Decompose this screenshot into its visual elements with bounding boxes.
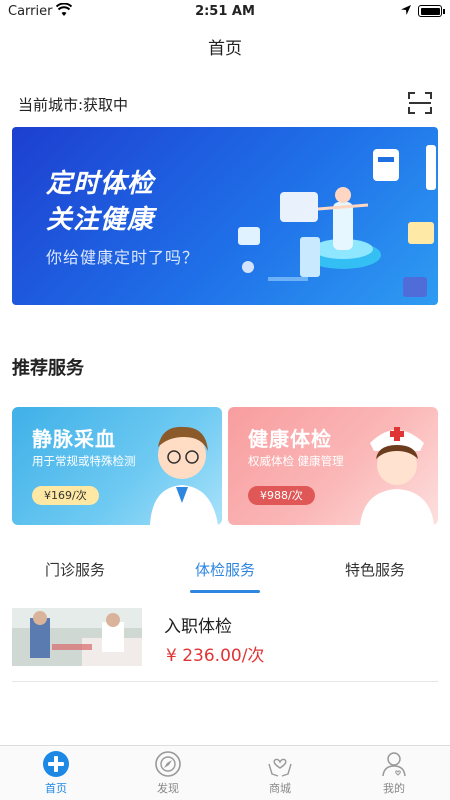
status-time: 2:51 AM xyxy=(195,4,255,19)
status-bar: Carrier 2:51 AM xyxy=(0,0,450,24)
banner-headline-1: 定时体检 xyxy=(46,169,155,199)
banner-tagline: 你给健康定时了吗？ xyxy=(46,248,200,267)
tabbar-label: 商城 xyxy=(269,782,291,795)
heart-hands-icon xyxy=(268,758,292,777)
current-city-label[interactable]: 当前城市:获取中 xyxy=(18,94,128,115)
tabbar-label: 我的 xyxy=(383,782,405,795)
service-card-blood-draw[interactable]: 静脉采血 用于常规或特殊检测 ¥169/次 xyxy=(12,407,222,525)
medical-illustration-icon xyxy=(238,145,436,297)
location-arrow-icon xyxy=(401,5,411,15)
exam-photo-thumbnail xyxy=(12,608,142,666)
doctor-illustration-icon xyxy=(150,426,218,525)
active-tab-indicator xyxy=(190,590,260,593)
banner-headline-2: 关注健康 xyxy=(46,205,155,235)
list-item[interactable]: 入职体检 ¥ 236.00/次 xyxy=(12,608,438,682)
item-price: ¥ 236.00/次 xyxy=(166,646,265,666)
promo-banner[interactable]: 定时体检 关注健康 你给健康定时了吗？ xyxy=(12,127,438,305)
city-row: 当前城市:获取中 xyxy=(18,92,432,116)
nurse-illustration-icon xyxy=(360,427,434,525)
card-price-badge: ¥988/次 xyxy=(248,486,315,505)
person-icon xyxy=(382,752,406,777)
plus-circle-icon xyxy=(43,751,69,777)
card-title: 静脉采血 xyxy=(32,427,116,451)
recommend-section-title: 推荐服务 xyxy=(12,358,84,379)
card-price-badge: ¥169/次 xyxy=(32,486,99,505)
card-subtitle: 用于常规或特殊检测 xyxy=(32,454,136,468)
card-subtitle: 权威体检 健康管理 xyxy=(248,454,344,468)
tabbar-label: 首页 xyxy=(45,782,67,795)
service-tabs: 门诊服务 体检服务 特色服务 xyxy=(0,556,450,596)
tabbar-label: 发现 xyxy=(157,782,179,795)
service-card-health-check[interactable]: 健康体检 权威体检 健康管理 ¥988/次 xyxy=(228,407,438,525)
tabbar-mine[interactable]: 我的 xyxy=(338,750,450,798)
battery-icon xyxy=(418,5,445,17)
tab-special[interactable]: 特色服务 xyxy=(300,556,450,596)
tabbar-home[interactable]: 首页 xyxy=(0,750,112,798)
tabbar-mall[interactable]: 商城 xyxy=(224,750,336,798)
tab-outpatient[interactable]: 门诊服务 xyxy=(0,556,150,596)
scan-icon[interactable] xyxy=(408,92,432,114)
bottom-tab-bar: 首页 发现 商城 我的 xyxy=(0,745,450,800)
card-title: 健康体检 xyxy=(248,427,332,451)
page-title: 首页 xyxy=(208,39,242,59)
tabbar-discover[interactable]: 发现 xyxy=(112,750,224,798)
compass-icon xyxy=(155,751,181,777)
item-name: 入职体检 xyxy=(164,617,232,637)
